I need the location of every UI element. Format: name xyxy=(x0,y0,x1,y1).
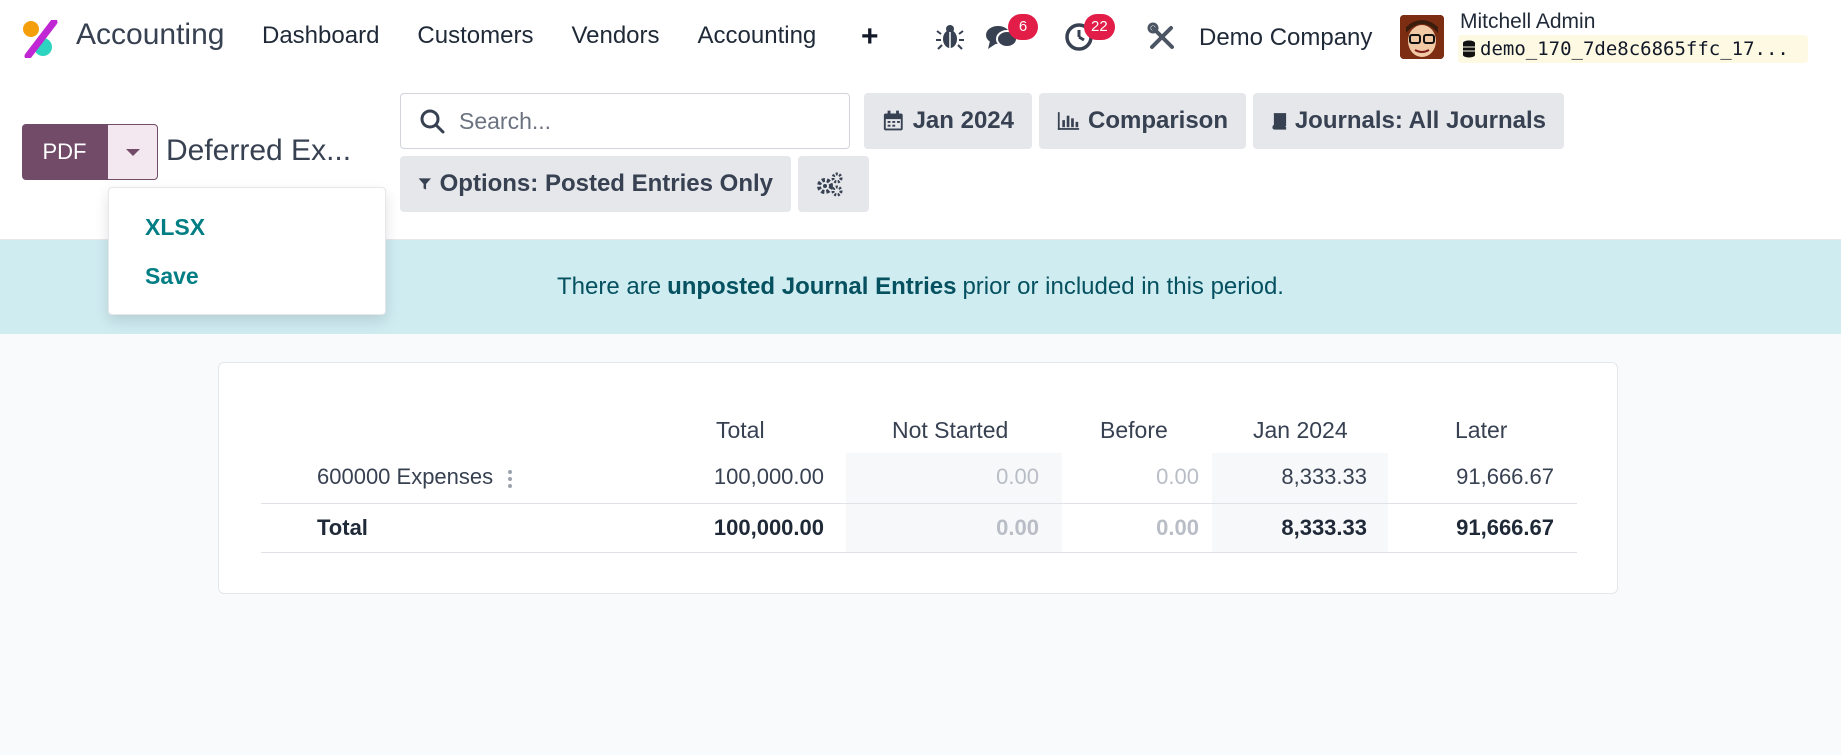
options-filter-label: Options: Posted Entries Only xyxy=(439,170,773,197)
search-input[interactable] xyxy=(459,107,839,135)
total-label: Total xyxy=(317,515,368,540)
column-header-later: Later xyxy=(1455,417,1508,443)
user-avatar[interactable] xyxy=(1400,15,1444,59)
bug-icon[interactable] xyxy=(935,22,965,52)
menu-item-dashboard[interactable]: Dashboard xyxy=(262,22,379,50)
column-header-jan-2024: Jan 2024 xyxy=(1253,417,1348,443)
kebab-menu-icon[interactable] xyxy=(508,470,512,491)
comparison-label: Comparison xyxy=(1087,107,1228,134)
book-icon xyxy=(1272,113,1287,130)
row-divider xyxy=(261,503,1577,504)
tools-icon[interactable] xyxy=(1147,22,1177,52)
database-icon xyxy=(1463,40,1475,58)
account-label[interactable]: 600000 Expenses xyxy=(317,464,493,490)
user-name[interactable]: Mitchell Admin xyxy=(1460,10,1595,34)
comparison-button[interactable]: Comparison xyxy=(1039,93,1246,149)
database-name: demo_170_7de8c6865ffc_17... xyxy=(1480,38,1789,60)
row-divider xyxy=(261,552,1577,553)
unposted-entries-link[interactable]: unposted Journal Entries xyxy=(667,273,956,301)
journals-filter-label: Journals: All Journals xyxy=(1294,107,1546,134)
gears-icon xyxy=(816,172,842,197)
report-table: Total Not Started Before Jan 2024 Later … xyxy=(218,362,1618,594)
total-not-started-value: 0.00 xyxy=(996,515,1039,540)
column-header-total: Total xyxy=(716,417,765,443)
alert-prefix: There are xyxy=(557,273,662,300)
main-menu: Dashboard Customers Vendors Accounting xyxy=(262,22,854,50)
top-navbar: Accounting Dashboard Customers Vendors A… xyxy=(0,0,1841,76)
calendar-icon xyxy=(883,110,903,131)
export-dropdown-toggle[interactable] xyxy=(107,124,158,180)
save-item[interactable]: Save xyxy=(145,263,199,290)
journals-filter-button[interactable]: Journals: All Journals xyxy=(1253,93,1564,149)
pdf-button[interactable]: PDF xyxy=(22,124,107,180)
menu-item-vendors[interactable]: Vendors xyxy=(571,22,659,50)
app-name[interactable]: Accounting xyxy=(76,18,224,52)
row-total-value[interactable]: 100,000.00 xyxy=(619,464,824,490)
filter-icon xyxy=(418,178,432,190)
total-jan-2024-value: 8,333.33 xyxy=(1281,515,1367,540)
chevron-down-icon xyxy=(125,148,140,156)
date-filter-button[interactable]: Jan 2024 xyxy=(864,93,1032,149)
date-filter-label: Jan 2024 xyxy=(912,107,1014,134)
messages-badge: 6 xyxy=(1008,14,1038,40)
row-before-value: 0.00 xyxy=(1156,464,1199,489)
export-dropdown-menu: XLSX Save xyxy=(108,187,386,315)
menu-item-accounting[interactable]: Accounting xyxy=(698,22,817,50)
row-jan-2024-value[interactable]: 8,333.33 xyxy=(1199,464,1367,490)
app-logo-icon[interactable] xyxy=(22,20,60,58)
options-filter-button[interactable]: Options: Posted Entries Only xyxy=(400,156,791,212)
row-not-started-value: 0.00 xyxy=(996,464,1039,489)
report-title: Deferred Ex... xyxy=(166,134,352,167)
company-switcher[interactable]: Demo Company xyxy=(1199,24,1372,52)
search-bar[interactable] xyxy=(400,93,850,149)
total-later-value: 91,666.67 xyxy=(1456,515,1554,540)
avatar-image-icon xyxy=(1400,15,1444,59)
search-icon xyxy=(420,109,445,134)
column-header-before: Before xyxy=(1100,417,1168,443)
activities-badge: 22 xyxy=(1084,14,1115,40)
menu-item-customers[interactable]: Customers xyxy=(417,22,533,50)
total-before-value: 0.00 xyxy=(1156,515,1199,540)
total-total-value: 100,000.00 xyxy=(713,515,824,540)
settings-button[interactable] xyxy=(798,156,869,212)
database-chip: demo_170_7de8c6865ffc_17... xyxy=(1458,35,1808,63)
column-header-not-started: Not Started xyxy=(892,417,1009,443)
row-later-value[interactable]: 91,666.67 xyxy=(1369,464,1554,490)
plus-icon[interactable]: + xyxy=(861,22,879,52)
alert-suffix: prior or included in this period. xyxy=(962,273,1284,300)
bar-chart-icon xyxy=(1057,112,1080,130)
export-xlsx-item[interactable]: XLSX xyxy=(145,214,205,241)
